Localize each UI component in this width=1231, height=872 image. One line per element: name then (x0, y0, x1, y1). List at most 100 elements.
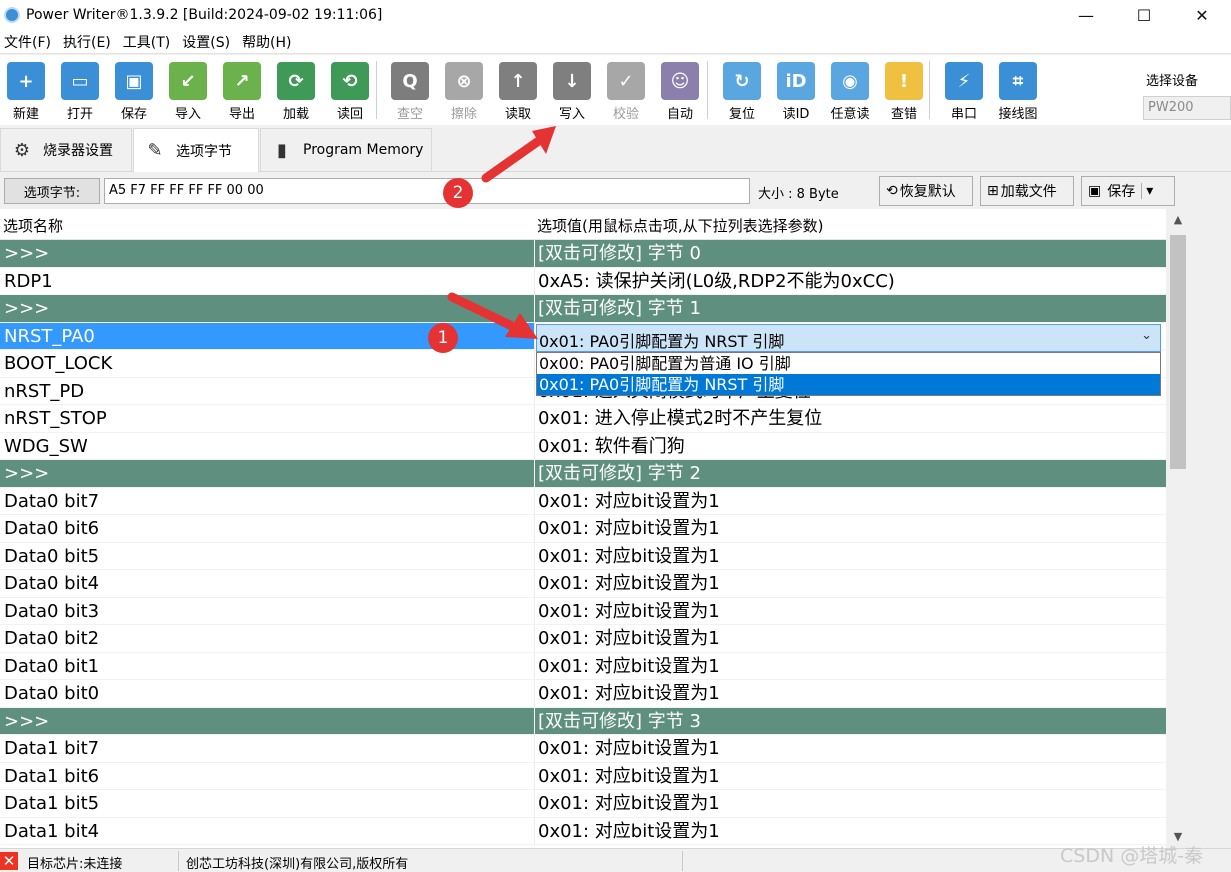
option-name-cell[interactable]: Data1 bit6 (0, 763, 534, 790)
option-name-cell[interactable]: Data1 bit7 (0, 735, 534, 762)
group-header-row[interactable]: >>> [双击可修改] 字节 3 (0, 707, 1166, 735)
toolbar-button-new[interactable]: + 新建 (0, 62, 52, 122)
toolbar-button-load[interactable]: ⟳ 加载 (270, 62, 322, 122)
toolbar-button-verify[interactable]: ✓ 校验 (600, 62, 652, 122)
option-value-combobox[interactable]: 0x01: PA0引脚配置为 NRST 引脚 ⌄ (536, 324, 1161, 352)
option-value-cell[interactable]: 0x01: 对应bit设置为1 (534, 542, 1162, 569)
option-value-cell[interactable]: 0x01: 进入停止模式2时不产生复位 (534, 405, 1162, 432)
group-header-row[interactable]: >>> [双击可修改] 字节 2 (0, 460, 1166, 488)
group-header-row[interactable]: >>> [双击可修改] 字节 0 (0, 240, 1166, 268)
option-value-cell[interactable]: 0x01: 对应bit设置为1 (534, 652, 1162, 679)
option-value-cell[interactable]: [双击可修改] 字节 2 (534, 460, 1162, 487)
load-file-button[interactable]: ⊞ 加载文件 (980, 176, 1074, 206)
toolbar-button-save[interactable]: ▣ 保存 (108, 62, 160, 122)
option-value-cell[interactable]: 0x01: 对应bit设置为1 (534, 597, 1162, 624)
toolbar-button-any-read[interactable]: ◉ 任意读 (824, 62, 876, 122)
option-value-cell[interactable]: 0x01: 对应bit设置为1 (534, 762, 1162, 789)
dropdown-arrow-icon[interactable]: ▾ (1141, 183, 1153, 199)
dropdown-option-io[interactable]: 0x00: PA0引脚配置为普通 IO 引脚 (537, 353, 1160, 374)
table-row[interactable]: Data0 bit5 0x01: 对应bit设置为1 (0, 542, 1166, 570)
toolbar-button-write[interactable]: ↓ 写入 (546, 62, 598, 122)
option-value-cell[interactable]: 0x01: 软件看门狗 (534, 432, 1162, 459)
table-row[interactable]: Data0 bit4 0x01: 对应bit设置为1 (0, 570, 1166, 598)
table-row[interactable]: Data1 bit4 0x01: 对应bit设置为1 (0, 817, 1166, 845)
option-name-cell[interactable]: Data0 bit2 (0, 625, 534, 652)
option-name-cell[interactable]: Data0 bit0 (0, 680, 534, 707)
menu-settings[interactable]: 设置(S) (178, 32, 238, 52)
option-name-cell[interactable]: >>> (0, 460, 534, 487)
table-row[interactable]: Data0 bit2 0x01: 对应bit设置为1 (0, 625, 1166, 653)
toolbar-button-wiring-diagram[interactable]: ⌗ 接线图 (992, 62, 1044, 122)
option-value-cell[interactable]: 0x01: 对应bit设置为1 (534, 735, 1162, 762)
option-bytes-field[interactable]: A5 F7 FF FF FF FF 00 00 (104, 178, 750, 204)
table-row[interactable]: Data0 bit1 0x01: 对应bit设置为1 (0, 652, 1166, 680)
option-value-cell[interactable]: 0x01: 对应bit设置为1 (534, 790, 1162, 817)
save-options-button[interactable]: ▣ 保存 ▾ (1081, 176, 1175, 206)
toolbar-button-read-id[interactable]: iD 读ID (770, 62, 822, 122)
option-name-cell[interactable]: Data0 bit1 (0, 653, 534, 680)
tab-writer-settings[interactable]: ⚙ 烧录器设置 (0, 128, 132, 171)
option-name-cell[interactable]: Data0 bit3 (0, 598, 534, 625)
option-name-cell[interactable]: nRST_PD (0, 378, 534, 405)
toolbar-button-blank-check[interactable]: Q 查空 (384, 62, 436, 122)
option-name-cell[interactable]: Data1 bit4 (0, 818, 534, 845)
option-value-cell[interactable]: 0x01: 对应bit设置为1 (534, 625, 1162, 652)
table-row[interactable]: Data1 bit6 0x01: 对应bit设置为1 (0, 762, 1166, 790)
vertical-scrollbar[interactable]: ▲ ▼ (1166, 209, 1190, 848)
table-row[interactable]: Data0 bit6 0x01: 对应bit设置为1 (0, 515, 1166, 543)
table-row[interactable]: Data0 bit0 0x01: 对应bit设置为1 (0, 680, 1166, 708)
option-name-cell[interactable]: Data0 bit6 (0, 515, 534, 542)
tab-option-bytes[interactable]: ✎ 选项字节 (133, 128, 259, 172)
table-row[interactable]: Data1 bit5 0x01: 对应bit设置为1 (0, 790, 1166, 818)
option-name-cell[interactable]: Data0 bit7 (0, 488, 534, 515)
menu-help[interactable]: 帮助(H) (238, 32, 299, 52)
toolbar-button-auto[interactable]: ☺ 自动 (654, 62, 706, 122)
toolbar-button-readback[interactable]: ⟲ 读回 (324, 62, 376, 122)
option-name-cell[interactable]: Data1 bit5 (0, 790, 534, 817)
close-button[interactable]: ✕ (1173, 0, 1231, 30)
toolbar-button-export[interactable]: ↗ 导出 (216, 62, 268, 122)
minimize-button[interactable]: — (1057, 0, 1115, 30)
option-name-cell[interactable]: BOOT_LOCK (0, 350, 534, 377)
toolbar-button-read[interactable]: ↑ 读取 (492, 62, 544, 122)
tab-program-memory[interactable]: ▮ Program Memory (260, 128, 432, 171)
chevron-down-icon[interactable]: ⌄ (1141, 328, 1152, 343)
toolbar-button-error-check[interactable]: ! 查错 (878, 62, 930, 122)
scrollbar-thumb[interactable] (1170, 235, 1186, 469)
option-name-cell[interactable]: >>> (0, 240, 534, 267)
menu-file[interactable]: 文件(F) (0, 32, 59, 52)
toolbar-button-import[interactable]: ↙ 导入 (162, 62, 214, 122)
restore-default-button[interactable]: ⟲ 恢复默认 (879, 176, 973, 206)
option-value-cell[interactable]: 0x01: 对应bit设置为1 (534, 515, 1162, 542)
toolbar-button-serial-port[interactable]: ⚡ 串口 (938, 62, 990, 122)
table-row[interactable]: Data0 bit3 0x01: 对应bit设置为1 (0, 597, 1166, 625)
toolbar-button-open[interactable]: ▭ 打开 (54, 62, 106, 122)
option-name-cell[interactable]: WDG_SW (0, 433, 534, 460)
option-name-cell[interactable]: Data0 bit5 (0, 543, 534, 570)
option-name-cell[interactable]: >>> (0, 708, 534, 735)
menu-tools[interactable]: 工具(T) (119, 32, 178, 52)
option-name-cell[interactable]: RDP1 (0, 268, 534, 295)
table-row[interactable]: WDG_SW 0x01: 软件看门狗 (0, 432, 1166, 460)
table-row[interactable]: RDP1 0xA5: 读保护关闭(L0级,RDP2不能为0xCC) (0, 267, 1166, 295)
group-header-row[interactable]: >>> [双击可修改] 字节 1 (0, 295, 1166, 323)
option-value-cell[interactable]: 0x01: 对应bit设置为1 (534, 570, 1162, 597)
option-name-cell[interactable]: Data0 bit4 (0, 570, 534, 597)
table-row[interactable]: Data1 bit7 0x01: 对应bit设置为1 (0, 735, 1166, 763)
table-row[interactable]: Data0 bit7 0x01: 对应bit设置为1 (0, 487, 1166, 515)
option-value-cell[interactable]: 0x01: 对应bit设置为1 (534, 680, 1162, 707)
option-value-cell[interactable]: 0xA5: 读保护关闭(L0级,RDP2不能为0xCC) (534, 267, 1162, 294)
toolbar-button-erase[interactable]: ⊗ 擦除 (438, 62, 490, 122)
option-name-cell[interactable]: >>> (0, 295, 534, 322)
scroll-up-icon[interactable]: ▲ (1166, 209, 1190, 231)
table-row[interactable]: nRST_STOP 0x01: 进入停止模式2时不产生复位 (0, 405, 1166, 433)
option-value-cell[interactable]: 0x01: 对应bit设置为1 (534, 487, 1162, 514)
device-select[interactable]: PW200 (1143, 96, 1231, 120)
option-value-cell[interactable]: [双击可修改] 字节 3 (534, 707, 1162, 734)
menu-execute[interactable]: 执行(E) (59, 32, 119, 52)
option-name-cell[interactable]: nRST_STOP (0, 405, 534, 432)
maximize-button[interactable]: ☐ (1115, 0, 1173, 30)
option-value-cell[interactable]: [双击可修改] 字节 0 (534, 240, 1162, 267)
toolbar-button-reset[interactable]: ↻ 复位 (716, 62, 768, 122)
option-value-cell[interactable]: [双击可修改] 字节 1 (534, 295, 1162, 322)
